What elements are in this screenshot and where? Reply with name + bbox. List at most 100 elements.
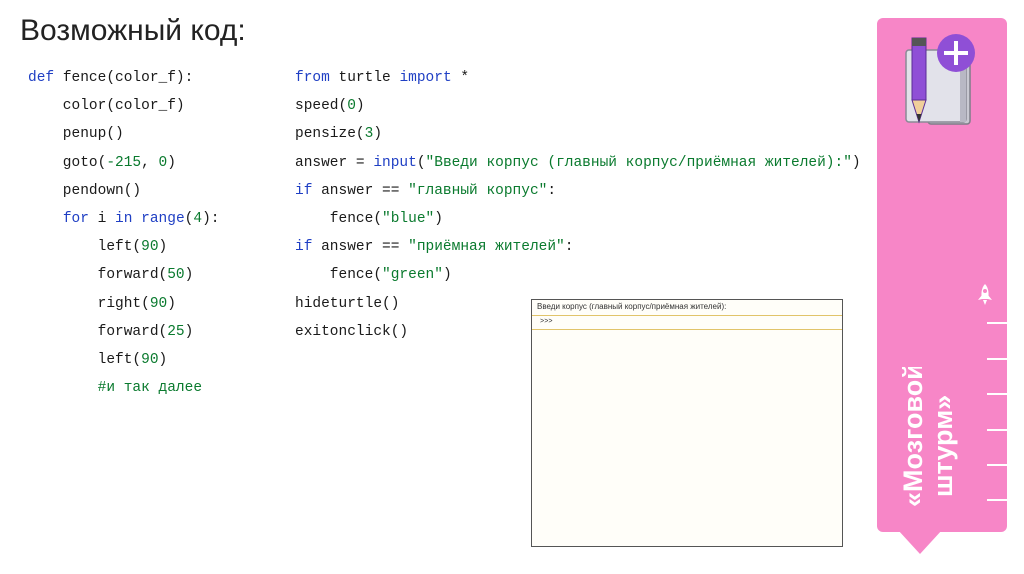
sidebar-title: «Мозговой штурм» [866,363,986,507]
notebook-pencil-plus-icon [898,32,978,132]
code-token: forward( [28,323,168,340]
shell-input-line: >>> [532,316,842,330]
code-token: hideturtle() [295,295,400,312]
code-token: "главный корпус" [408,182,548,199]
ruler-tick [987,499,1007,501]
code-token: from [295,70,330,86]
code-line: fence("blue") [295,205,861,233]
code-token: speed( [295,98,348,115]
code-line: forward(25) [28,318,219,346]
code-token: 50 [167,267,185,284]
code-token: ) [373,126,383,143]
ruler-tick [987,429,1007,431]
code-line: right(90) [28,290,219,318]
code-line: color(color_f) [28,92,219,120]
code-line: fence("green") [295,261,861,289]
code-token: if [295,239,313,256]
code-token: ) [442,267,452,284]
code-line: if answer == "главный корпус": [295,177,861,205]
code-token: pensize( [295,126,365,143]
code-token: 4 [193,210,203,227]
code-line: left(90) [28,233,219,261]
sidebar-title-line2: штурм» [928,395,958,497]
code-token: answer == [312,182,409,199]
code-token: ) [158,239,168,256]
code-line: forward(50) [28,261,219,289]
code-token: 25 [167,323,185,340]
code-token: fence( [295,210,383,227]
code-line: #и так далее [28,374,219,402]
code-line: from turtle import * [295,64,861,92]
code-line: def fence(color_f): [28,64,219,92]
sidebar-title-line1: «Мозговой [898,367,928,507]
code-token: answer == [312,239,409,256]
code-token: 0 [347,98,356,115]
code-token: , [141,154,159,171]
ruler-tick [987,358,1007,360]
code-token: 90 [149,295,168,312]
code-token: "приёмная жителей" [408,239,565,256]
code-token: "green" [382,267,443,284]
code-token: -215 [106,154,142,171]
shell-prompt-line: Введи корпус (главный корпус/приёмная жи… [532,300,842,316]
code-token: ) [851,154,861,171]
code-token: 0 [158,154,168,171]
code-line: if answer == "приёмная жителей": [295,233,861,261]
code-token: color(color_f) [28,98,185,115]
code-token: ) [355,98,365,115]
code-token: input [373,154,417,171]
code-line: left(90) [28,346,219,374]
ruler-tick [987,322,1007,324]
code-token: ) [158,351,168,368]
code-token: if [295,182,313,199]
code-token: : [564,239,574,256]
ruler-tick [987,464,1007,466]
code-line: for i in range(4): [28,205,220,233]
code-token: fence(color_f): [62,70,194,86]
code-token: forward( [28,267,168,284]
code-token: in [115,210,133,227]
code-token: 90 [141,239,159,256]
code-token: left( [28,239,142,256]
code-token: i [88,210,116,227]
code-token: penup() [28,126,124,143]
slide-title: Возможный код: [20,14,246,47]
sidebar-arrow [898,530,942,554]
code-token: ): [202,210,220,227]
code-line: pendown() [28,177,219,205]
code-token: goto( [28,154,107,171]
code-token: answer = [295,154,374,171]
code-token: pendown() [28,182,142,199]
code-token: fence( [295,267,383,284]
code-token: ) [167,295,176,312]
code-token: right( [28,295,150,312]
code-token: for [62,210,89,227]
code-token: ( [416,154,426,171]
code-token: import [399,70,452,86]
code-token: ) [184,323,194,340]
ruler-tick [987,393,1007,395]
shell-window: Введи корпус (главный корпус/приёмная жи… [531,299,843,547]
code-token: "blue" [382,210,435,227]
code-line: speed(0) [295,92,861,120]
code-line: answer = input("Введи корпус (главный ко… [295,149,861,177]
code-token: exitonclick() [295,323,409,340]
code-token: "Введи корпус (главный корпус/приёмная ж… [425,154,852,171]
code-token: turtle [329,70,400,86]
code-token: * [451,70,470,86]
code-line: goto(-215, 0) [28,149,219,177]
rocket-icon [976,283,994,312]
code-token: #и так далее [28,380,203,397]
code-block-function: def fence(color_f): color(color_f) penup… [28,64,219,402]
code-token: ) [167,154,176,171]
code-token: 90 [141,351,159,368]
code-line: pensize(3) [295,120,861,148]
code-token: range [141,210,185,227]
code-token: ) [184,267,194,284]
code-token: left( [28,351,142,368]
code-token: ) [434,210,443,227]
code-line: penup() [28,120,219,148]
code-token: : [547,182,557,199]
